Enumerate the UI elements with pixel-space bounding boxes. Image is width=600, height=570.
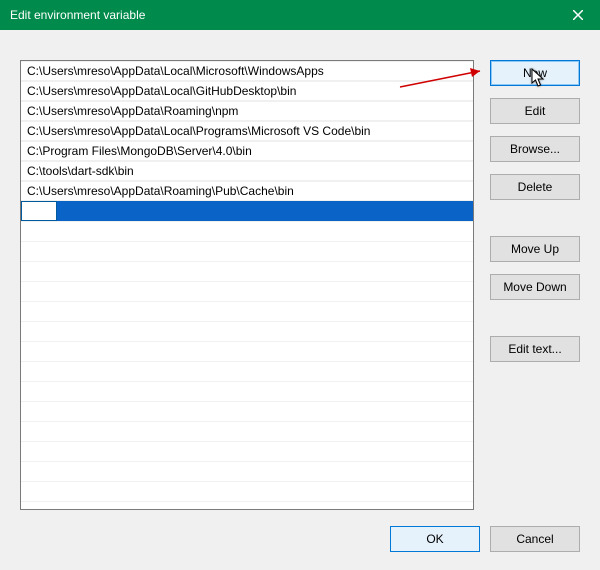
move-up-button[interactable]: Move Up: [490, 236, 580, 262]
window-title: Edit environment variable: [10, 8, 145, 22]
path-row[interactable]: C:\Users\mreso\AppData\Local\Programs\Mi…: [21, 121, 473, 141]
path-row-editing[interactable]: [21, 201, 473, 221]
button-gap: [490, 212, 580, 236]
path-row[interactable]: C:\Program Files\MongoDB\Server\4.0\bin: [21, 141, 473, 161]
close-icon: [573, 7, 583, 23]
path-row[interactable]: C:\Users\mreso\AppData\Local\GitHubDeskt…: [21, 81, 473, 101]
new-button[interactable]: New: [490, 60, 580, 86]
selection-highlight: [21, 201, 473, 221]
dialog-bottom-bar: OK Cancel: [0, 514, 600, 570]
titlebar: Edit environment variable: [0, 0, 600, 30]
delete-button[interactable]: Delete: [490, 174, 580, 200]
path-row[interactable]: C:\tools\dart-sdk\bin: [21, 161, 473, 181]
content-area: C:\Users\mreso\AppData\Local\Microsoft\W…: [0, 30, 600, 514]
edit-env-var-dialog: Edit environment variable C:\Users\mreso…: [0, 0, 600, 570]
listbox-inner: C:\Users\mreso\AppData\Local\Microsoft\W…: [21, 61, 473, 509]
side-buttons: New Edit Browse... Delete Move Up Move D…: [490, 60, 580, 514]
close-button[interactable]: [555, 0, 600, 30]
edit-button[interactable]: Edit: [490, 98, 580, 124]
edit-text-button[interactable]: Edit text...: [490, 336, 580, 362]
move-down-button[interactable]: Move Down: [490, 274, 580, 300]
path-row[interactable]: C:\Users\mreso\AppData\Roaming\npm: [21, 101, 473, 121]
browse-button[interactable]: Browse...: [490, 136, 580, 162]
button-gap: [490, 312, 580, 336]
ok-button[interactable]: OK: [390, 526, 480, 552]
path-row[interactable]: C:\Users\mreso\AppData\Local\Microsoft\W…: [21, 61, 473, 81]
path-edit-input[interactable]: [21, 201, 57, 221]
path-row[interactable]: C:\Users\mreso\AppData\Roaming\Pub\Cache…: [21, 181, 473, 201]
path-listbox[interactable]: C:\Users\mreso\AppData\Local\Microsoft\W…: [20, 60, 474, 510]
cancel-button[interactable]: Cancel: [490, 526, 580, 552]
